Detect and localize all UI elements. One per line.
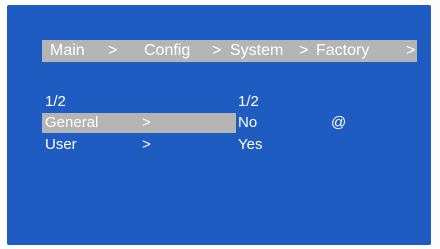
- menu-item-label: General: [45, 114, 99, 131]
- breadcrumb-separator: >: [108, 42, 118, 59]
- breadcrumb-config[interactable]: Config: [144, 42, 190, 60]
- breadcrumb-main[interactable]: Main: [50, 42, 85, 60]
- menu-item-general[interactable]: General >: [42, 113, 236, 133]
- breadcrumb-separator: >: [299, 42, 309, 59]
- current-marker-icon: @: [331, 114, 347, 131]
- menu-screen: Main > Config > System > Factory > 1/2 G…: [7, 5, 431, 245]
- option-label: No: [238, 114, 258, 131]
- breadcrumb-factory[interactable]: Factory: [316, 42, 369, 60]
- breadcrumb-separator: >: [406, 42, 416, 59]
- menu-item-label: User: [45, 136, 77, 153]
- breadcrumb: Main > Config > System > Factory >: [42, 40, 417, 62]
- left-page-indicator: 1/2: [45, 93, 66, 110]
- option-no[interactable]: No @: [236, 113, 376, 133]
- option-yes[interactable]: Yes: [236, 135, 376, 155]
- submenu-arrow: >: [142, 136, 151, 153]
- breadcrumb-system[interactable]: System: [230, 42, 283, 60]
- right-page-indicator: 1/2: [238, 93, 259, 110]
- breadcrumb-separator: >: [212, 42, 222, 59]
- option-label: Yes: [238, 136, 263, 153]
- submenu-arrow: >: [142, 114, 151, 131]
- menu-item-user[interactable]: User >: [42, 135, 236, 155]
